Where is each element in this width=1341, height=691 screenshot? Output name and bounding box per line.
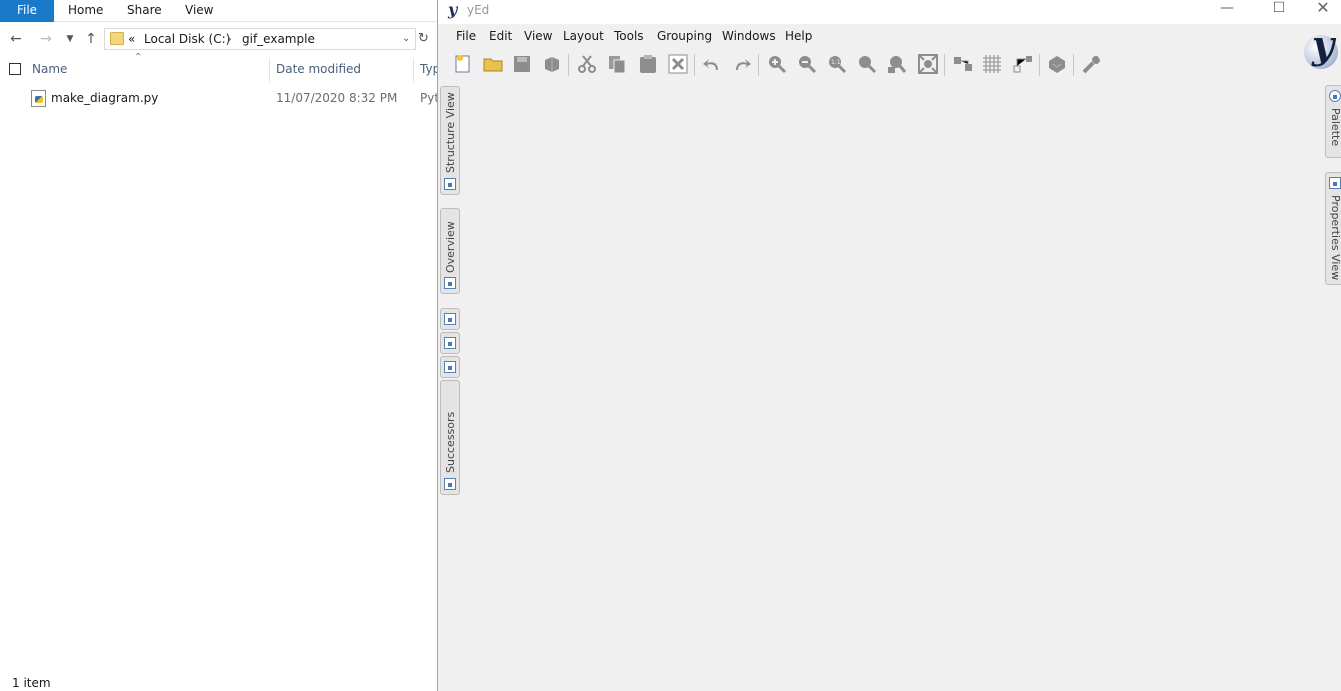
tab-properties-view-label: Properties View bbox=[1329, 195, 1341, 281]
title-bar[interactable]: y yEd — ☐ ✕ bbox=[438, 0, 1341, 24]
properties-icon bbox=[1329, 177, 1341, 189]
copy-icon[interactable] bbox=[606, 53, 628, 75]
file-explorer-window: File Home Share View ← → ▼ ↑ « Local Dis… bbox=[0, 0, 440, 691]
menu-tools[interactable]: Tools bbox=[614, 29, 644, 43]
menu-view[interactable]: View bbox=[524, 29, 552, 43]
panel-icon bbox=[444, 361, 456, 373]
menu-help[interactable]: Help bbox=[785, 29, 812, 43]
column-divider[interactable] bbox=[269, 58, 270, 82]
graph-canvas[interactable] bbox=[462, 80, 1324, 691]
address-row: ← → ▼ ↑ « Local Disk (C:) › gif_example … bbox=[0, 26, 438, 52]
address-dropdown-chevron-icon[interactable]: ⌄ bbox=[402, 31, 410, 47]
snap-lines-icon[interactable] bbox=[952, 53, 974, 75]
ribbon-tab-home[interactable]: Home bbox=[68, 0, 103, 22]
delete-icon[interactable] bbox=[667, 53, 689, 75]
orthogonal-edges-icon[interactable] bbox=[1012, 53, 1034, 75]
toolbar-separator bbox=[694, 54, 695, 76]
tab-successors[interactable]: Successors bbox=[440, 380, 460, 495]
open-folder-icon[interactable] bbox=[482, 53, 504, 75]
palette-icon bbox=[1329, 90, 1341, 102]
panel-icon bbox=[444, 337, 456, 349]
tab-palette-label: Palette bbox=[1329, 108, 1341, 147]
grid-icon[interactable] bbox=[981, 53, 1003, 75]
main-toolbar: 1:1 y bbox=[438, 25, 1341, 80]
back-arrow-icon[interactable]: ← bbox=[6, 29, 26, 49]
column-header-date-modified[interactable]: Date modified bbox=[276, 62, 361, 76]
cut-icon[interactable] bbox=[576, 53, 598, 75]
file-row[interactable]: make_diagram.py 11/07/2020 8:32 PM Pyt bbox=[0, 88, 439, 110]
column-headers: ⌃ Name Date modified Typ bbox=[0, 52, 440, 82]
fit-content-icon[interactable] bbox=[917, 53, 939, 75]
tab-overview[interactable]: Overview bbox=[440, 208, 460, 294]
toolbar-separator bbox=[758, 54, 759, 76]
new-document-icon[interactable] bbox=[452, 53, 474, 75]
file-date-modified: 11/07/2020 8:32 PM bbox=[276, 91, 398, 105]
paste-icon[interactable] bbox=[637, 53, 659, 75]
tab-collapsed-panel[interactable] bbox=[440, 332, 460, 354]
menu-bar: File Edit View Layout Tools Grouping Win… bbox=[438, 24, 1341, 48]
redo-icon[interactable] bbox=[731, 53, 753, 75]
toolbar-separator bbox=[1073, 54, 1074, 76]
toolbar-separator bbox=[568, 54, 569, 76]
menu-file[interactable]: File bbox=[456, 29, 476, 43]
maximize-icon[interactable]: ☐ bbox=[1256, 0, 1302, 24]
folder-icon bbox=[110, 32, 124, 45]
status-item-count: 1 item bbox=[12, 676, 51, 690]
yed-app-icon: y bbox=[448, 0, 458, 19]
toolbar-separator bbox=[944, 54, 945, 76]
breadcrumb-local-disk[interactable]: Local Disk (C:) bbox=[144, 31, 230, 47]
tab-collapsed-panel[interactable] bbox=[440, 308, 460, 330]
ribbon-tab-share[interactable]: Share bbox=[127, 0, 162, 22]
column-divider[interactable] bbox=[413, 58, 414, 82]
layout-icon[interactable] bbox=[1046, 53, 1068, 75]
python-file-icon bbox=[31, 90, 46, 107]
menu-grouping[interactable]: Grouping bbox=[657, 29, 712, 43]
yed-logo: y bbox=[1302, 25, 1341, 77]
toolbar-separator bbox=[1039, 54, 1040, 76]
svg-text:1:1: 1:1 bbox=[831, 59, 841, 66]
select-all-checkbox[interactable] bbox=[9, 63, 21, 75]
column-header-name[interactable]: Name bbox=[32, 62, 67, 76]
tab-structure-view[interactable]: Structure View bbox=[440, 86, 460, 195]
minimize-icon[interactable]: — bbox=[1204, 0, 1250, 24]
address-bar[interactable]: « Local Disk (C:) › gif_example ⌄ bbox=[104, 28, 416, 50]
ribbon-tab-file[interactable]: File bbox=[0, 0, 54, 22]
tab-collapsed-panel[interactable] bbox=[440, 356, 460, 378]
tab-overview-label: Overview bbox=[444, 221, 457, 273]
breadcrumb-gif-example[interactable]: gif_example bbox=[242, 31, 315, 47]
refresh-icon[interactable]: ↻ bbox=[418, 31, 429, 46]
yed-window: y yEd — ☐ ✕ File Edit View Layout Tools … bbox=[437, 0, 1341, 691]
export-icon[interactable] bbox=[541, 53, 563, 75]
menu-windows[interactable]: Windows bbox=[722, 29, 776, 43]
zoom-area-icon[interactable] bbox=[856, 53, 878, 75]
save-icon[interactable] bbox=[511, 53, 533, 75]
structure-view-icon bbox=[444, 178, 456, 190]
tab-successors-label: Successors bbox=[444, 411, 457, 473]
zoom-selection-icon[interactable] bbox=[886, 53, 908, 75]
zoom-in-icon[interactable] bbox=[766, 53, 788, 75]
zoom-out-icon[interactable] bbox=[796, 53, 818, 75]
successors-icon bbox=[444, 478, 456, 490]
tab-structure-view-label: Structure View bbox=[444, 92, 457, 173]
panel-icon bbox=[444, 313, 456, 325]
tools-icon[interactable] bbox=[1081, 53, 1103, 75]
recent-locations-chevron-icon[interactable]: ▼ bbox=[60, 29, 80, 49]
up-arrow-icon[interactable]: ↑ bbox=[81, 29, 101, 49]
tab-palette[interactable]: Palette bbox=[1325, 85, 1341, 158]
address-overflow-chevron[interactable]: « bbox=[128, 31, 135, 47]
forward-arrow-icon[interactable]: → bbox=[36, 29, 56, 49]
window-title: yEd bbox=[467, 3, 490, 17]
overview-icon bbox=[444, 277, 456, 289]
sort-caret-icon: ⌃ bbox=[134, 52, 143, 63]
file-name[interactable]: make_diagram.py bbox=[51, 91, 158, 105]
undo-icon[interactable] bbox=[701, 53, 723, 75]
breadcrumb-separator-icon: › bbox=[227, 32, 232, 46]
menu-layout[interactable]: Layout bbox=[563, 29, 604, 43]
ribbon-tabs: File Home Share View bbox=[0, 0, 438, 22]
close-icon[interactable]: ✕ bbox=[1300, 0, 1341, 24]
ribbon-tab-view[interactable]: View bbox=[185, 0, 213, 22]
tab-properties-view[interactable]: Properties View bbox=[1325, 172, 1341, 285]
zoom-original-icon[interactable]: 1:1 bbox=[826, 53, 848, 75]
menu-edit[interactable]: Edit bbox=[489, 29, 512, 43]
